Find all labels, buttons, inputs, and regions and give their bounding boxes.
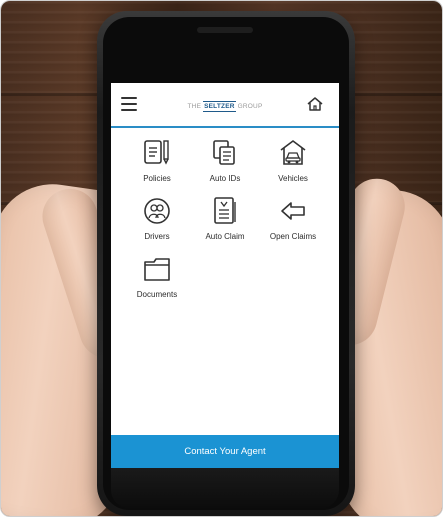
tile-vehicles[interactable]: Vehicles: [262, 138, 324, 192]
contact-your-agent-button[interactable]: Contact Your Agent: [111, 435, 339, 468]
phone-speaker: [197, 27, 253, 33]
id-cards-icon: [213, 140, 235, 165]
app-header: THE SELTZER GROUP: [111, 83, 339, 128]
app-screen: THE SELTZER GROUP Policies Auto IDs Vehi…: [111, 83, 339, 468]
tile-drivers[interactable]: Drivers: [126, 196, 188, 250]
tile-label: Vehicles: [278, 174, 308, 183]
tile-policies[interactable]: Policies: [126, 138, 188, 192]
tile-label: Open Claims: [269, 232, 317, 241]
folder-icon: [144, 258, 170, 281]
seltzer-group-logo: THE SELTZER GROUP: [177, 98, 273, 114]
garage-car-icon: [280, 140, 306, 165]
logo-prefix: THE: [187, 102, 202, 110]
tile-documents[interactable]: Documents: [126, 254, 188, 308]
home-icon[interactable]: [306, 96, 324, 112]
hamburger-line: [121, 97, 137, 99]
hamburger-line: [121, 109, 137, 111]
image-frame: THE SELTZER GROUP Policies Auto IDs Vehi…: [0, 0, 443, 517]
policy-document-icon: [144, 140, 169, 165]
tile-label: Auto Claim: [205, 232, 245, 241]
claim-form-icon: [214, 197, 236, 224]
arrow-left-icon: [281, 202, 305, 220]
logo-brand: SELTZER: [203, 100, 236, 112]
tile-label: Documents: [136, 290, 178, 299]
drivers-icon: [144, 198, 170, 224]
hamburger-line: [121, 103, 137, 105]
hamburger-icon[interactable]: [121, 97, 137, 111]
tile-label: Policies: [143, 174, 171, 183]
logo-suffix: GROUP: [237, 102, 263, 110]
tile-label: Auto IDs: [209, 174, 241, 183]
tile-auto-ids[interactable]: Auto IDs: [194, 138, 256, 192]
phone-bottom-bezel: [111, 468, 339, 508]
tile-auto-claim[interactable]: Auto Claim: [194, 196, 256, 250]
tile-open-claims[interactable]: Open Claims: [262, 196, 324, 250]
tile-label: Drivers: [144, 232, 170, 241]
